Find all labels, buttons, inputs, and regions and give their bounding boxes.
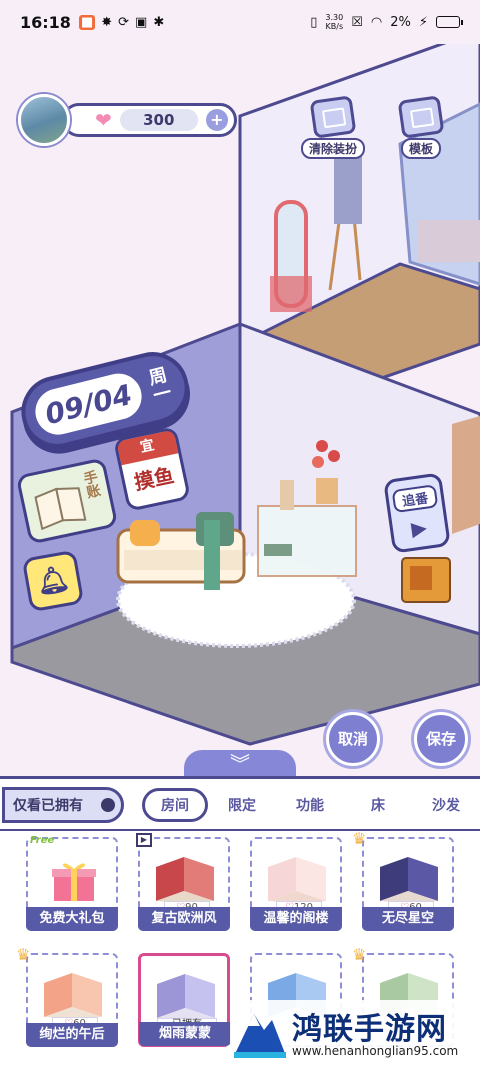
bell-icon: 🔔︎ [34, 563, 72, 599]
weather-icon: ✸ [101, 14, 113, 30]
item-name: 绚烂的午后 [26, 1023, 118, 1047]
gift-icon [52, 863, 96, 901]
player-profile: ❤ 300 + [18, 94, 237, 146]
watermark-url: www.henanhonglian95.com [292, 1044, 459, 1058]
play-icon: ▶ [409, 514, 429, 541]
item-name: 无尽星空 [362, 907, 454, 931]
status-bar: 16:18 ■ ✸ ⟳ ▣ ✱ ▯ 3.30 KB/s ☒ ◠ 2% ⚡ [0, 0, 480, 44]
clear-decor-button[interactable]: 清除装扮 [300, 95, 366, 159]
video-ad-icon: ▶ [136, 833, 152, 847]
item-name: 烟雨蒙蒙 [139, 1022, 231, 1046]
coin-bar: ❤ 300 + [62, 103, 237, 137]
tab-room[interactable]: 房间 [142, 788, 208, 822]
charging-icon: ⚡ [418, 14, 428, 30]
toggle-knob [101, 798, 115, 812]
battery-percent: 2% [390, 14, 411, 30]
filter-row: 仅看已拥有 房间 限定 功能 床 沙发 [0, 783, 480, 827]
clock: 16:18 [20, 12, 71, 32]
item-card-retro-europe[interactable]: ▶ 90 复古欧洲风 [136, 833, 230, 931]
add-coins-button[interactable]: + [205, 109, 228, 131]
vibrate-icon: ▯ [310, 14, 318, 30]
room-scene[interactable]: ❤ 300 + 清除装扮 模板 09/04 周一 宜 摸鱼 手账 🔔︎ 追番 ▶… [0, 44, 480, 780]
media-icon: ▣ [135, 14, 148, 30]
panel-divider [0, 829, 480, 831]
room-swatch [156, 857, 214, 903]
heart-coin-icon: ❤ [95, 108, 112, 132]
crown-icon: ♛ [352, 945, 367, 964]
room-swatch [380, 857, 438, 903]
item-card-bright-afternoon[interactable]: ♛ 60 绚烂的午后 [16, 945, 118, 1047]
journal-label: 手账 [82, 469, 103, 502]
item-card-gift-pack[interactable]: Free 免费大礼包 [26, 835, 118, 931]
owned-only-toggle[interactable]: 仅看已拥有 [2, 787, 124, 823]
save-button[interactable]: 保存 [414, 712, 468, 766]
item-name: 复古欧洲风 [138, 907, 230, 931]
watermark-title: 鸿联手游网 [292, 1012, 447, 1047]
template-label: 模板 [400, 138, 441, 159]
tab-limited[interactable]: 限定 [208, 795, 276, 815]
room-swatch [157, 974, 215, 1020]
crown-icon: ♛ [16, 945, 31, 964]
tab-bed[interactable]: 床 [344, 795, 412, 815]
sim-off-icon: ☒ [351, 14, 363, 30]
template-icon [397, 95, 445, 139]
chevron-down-icon: ︾ [230, 752, 250, 776]
category-tabs: 房间 限定 功能 床 沙发 [142, 788, 480, 822]
item-card-misty-rain[interactable]: 已拥有 烟雨蒙蒙 [138, 953, 231, 1047]
coin-amount: 300 [119, 109, 198, 131]
sync-icon: ⟳ [118, 14, 130, 30]
watermark-logo [234, 1014, 286, 1058]
anime-tracker-label: 追番 [391, 484, 439, 514]
net-speed: 3.30 KB/s [325, 13, 344, 31]
broom-icon [309, 95, 357, 139]
template-button[interactable]: 模板 [388, 95, 454, 159]
item-name: 免费大礼包 [26, 907, 118, 931]
free-badge: Free [30, 835, 55, 846]
room-swatch [268, 857, 326, 903]
date-text: 09/04 [30, 368, 147, 440]
app-notification-icon: ■ [78, 14, 96, 30]
tab-function[interactable]: 功能 [276, 795, 344, 815]
reminder-widget[interactable]: 🔔︎ [21, 549, 85, 613]
tab-sofa[interactable]: 沙发 [412, 795, 480, 815]
owned-only-label: 仅看已拥有 [13, 798, 83, 814]
clear-decor-label: 清除装扮 [300, 138, 365, 159]
crown-icon: ♛ [352, 829, 367, 848]
bug-icon: ✱ [153, 14, 165, 30]
wifi-icon: ◠ [370, 14, 383, 30]
item-name: 温馨的阁楼 [250, 907, 342, 931]
cancel-button[interactable]: 取消 [326, 712, 380, 766]
book-icon [34, 487, 87, 531]
room-swatch [44, 973, 102, 1019]
avatar[interactable] [18, 94, 70, 146]
weekday-text: 周一 [146, 364, 174, 407]
item-card-endless-starry-sky[interactable]: ♛ 60 无尽星空 [352, 829, 454, 931]
anime-tracker-widget[interactable]: 追番 ▶ [383, 472, 451, 554]
site-watermark: 鸿联手游网 www.henanhonglian95.com [230, 1000, 480, 1066]
item-card-cozy-attic[interactable]: 120 温馨的阁楼 [250, 837, 342, 931]
battery-icon [436, 16, 463, 28]
